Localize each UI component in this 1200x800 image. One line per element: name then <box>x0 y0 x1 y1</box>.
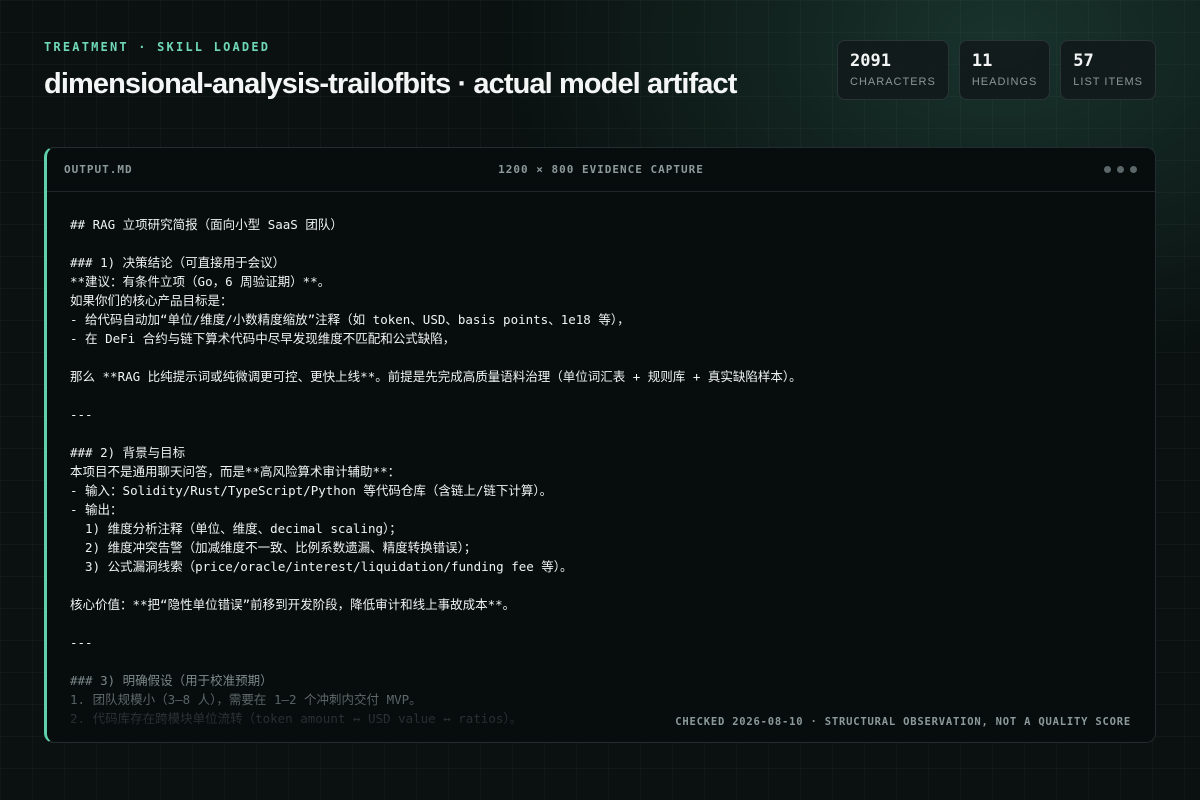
page-header: TREATMENT · SKILL LOADED dimensional-ana… <box>44 40 824 101</box>
markdown-line: --- <box>70 407 93 422</box>
markdown-blank-line <box>70 614 1135 633</box>
output-panel: OUTPUT.MD 1200 × 800 EVIDENCE CAPTURE ##… <box>44 147 1156 743</box>
markdown-blank-line <box>70 424 1135 443</box>
markdown-heading: ## RAG 立项研究简报（面向小型 SaaS 团队） <box>70 217 343 232</box>
stat-value: 2091 <box>850 50 891 71</box>
markdown-line: 本项目不是通用聊天问答，而是**高风险算术审计辅助**： <box>70 464 401 479</box>
markdown-line: --- <box>70 635 93 650</box>
markdown-line: 2) 维度冲突告警（加减维度不一致、比例系数遗漏、精度转换错误）； <box>70 540 477 555</box>
markdown-line: 1) 维度分析注释（单位、维度、decimal scaling）； <box>70 521 402 536</box>
more-options-icon[interactable] <box>1104 166 1137 173</box>
markdown-line: **建议：有条件立项（Go，6 周验证期）**。 <box>70 274 331 289</box>
panel-titlebar: OUTPUT.MD 1200 × 800 EVIDENCE CAPTURE <box>47 148 1155 192</box>
markdown-blank-line <box>70 348 1135 367</box>
treatment-label: TREATMENT · SKILL LOADED <box>44 40 271 54</box>
panel-filename: OUTPUT.MD <box>64 163 133 176</box>
markdown-blank-line <box>70 234 1135 253</box>
markdown-content[interactable]: ## RAG 立项研究简报（面向小型 SaaS 团队） ### 1) 决策结论（可… <box>70 215 1135 742</box>
page-title: dimensional-analysis-trailofbits · actua… <box>44 68 737 100</box>
stat-label: CHARACTERS <box>850 76 936 89</box>
stat-list-items: 57 LIST ITEMS <box>1060 40 1156 100</box>
stat-headings: 11 HEADINGS <box>958 40 1051 100</box>
stat-label: HEADINGS <box>971 76 1038 89</box>
stat-label: LIST ITEMS <box>1073 76 1143 89</box>
markdown-line: 核心价值：**把“隐性单位错误”前移到开发阶段，降低审计和线上事故成本**。 <box>70 597 516 612</box>
markdown-line: - 在 DeFi 合约与链下算术代码中尽早发现维度不匹配和公式缺陷， <box>70 331 456 346</box>
dot <box>1117 166 1124 173</box>
markdown-heading: ### 2) 背景与目标 <box>70 445 186 460</box>
stats-row: 2091 CHARACTERS 11 HEADINGS 57 LIST ITEM… <box>837 40 1156 100</box>
markdown-heading: ### 1) 决策结论（可直接用于会议） <box>70 255 286 270</box>
markdown-line: - 给代码自动加“单位/维度/小数精度缩放”注释（如 token、USD、bas… <box>70 312 630 327</box>
markdown-line: 3) 公式漏洞线索（price/oracle/interest/liquidat… <box>70 559 573 574</box>
stat-characters: 2091 CHARACTERS <box>837 40 949 100</box>
markdown-blank-line <box>70 386 1135 405</box>
markdown-line: 那么 **RAG 比纯提示词或纯微调更可控、更快上线**。前提是先完成高质量语料… <box>70 369 802 384</box>
markdown-line: - 输入：Solidity/Rust/TypeScript/Python 等代码… <box>70 483 553 498</box>
markdown-line: 如果你们的核心产品目标是： <box>70 293 233 308</box>
dot <box>1130 166 1137 173</box>
markdown-line: 1. 团队规模小（3–8 人），需要在 1–2 个冲刺内交付 MVP。 <box>70 692 422 707</box>
stat-value: 57 <box>1073 50 1094 71</box>
panel-caption: 1200 × 800 EVIDENCE CAPTURE <box>498 163 704 176</box>
markdown-blank-line <box>70 652 1135 671</box>
markdown-blank-line <box>70 576 1135 595</box>
panel-footnote: CHECKED 2026-08-10 · STRUCTURAL OBSERVAT… <box>675 716 1131 728</box>
markdown-heading: ### 3) 明确假设（用于校准预期） <box>70 673 273 688</box>
stat-value: 11 <box>971 50 993 71</box>
markdown-line: - 输出： <box>70 502 123 517</box>
dot <box>1104 166 1111 173</box>
